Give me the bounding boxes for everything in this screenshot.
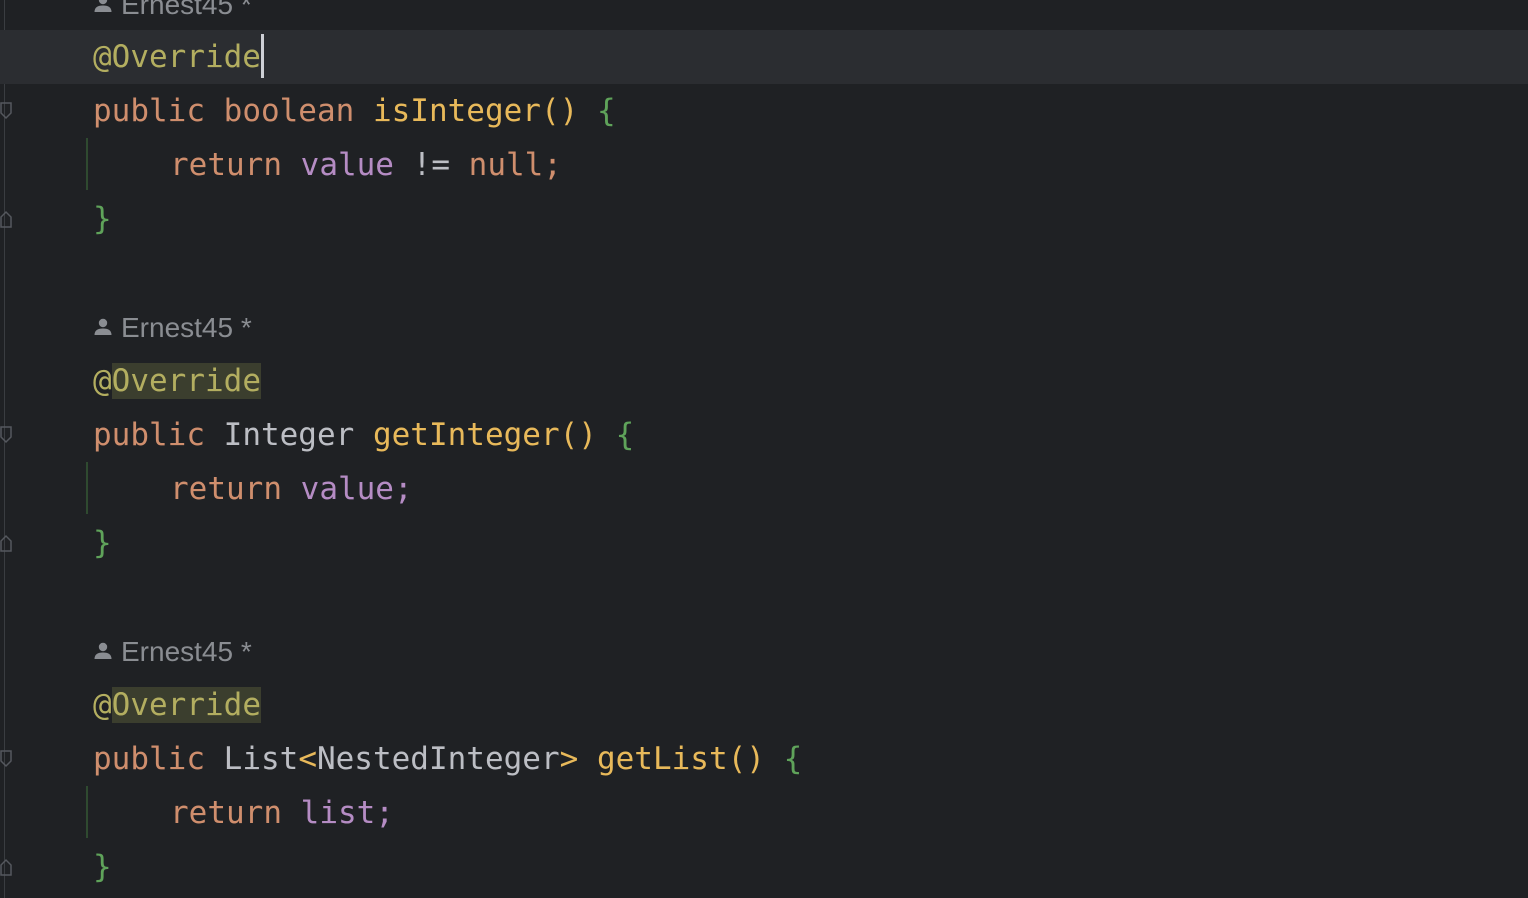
code-line[interactable]: }	[0, 840, 1528, 894]
keyword: return	[170, 471, 282, 507]
code-line[interactable]: return value != null;	[0, 138, 1528, 192]
generic-close: >	[559, 741, 579, 777]
code-content: return value;	[170, 462, 413, 516]
keyword: public	[93, 93, 205, 129]
code-content: return value != null;	[170, 138, 562, 192]
code-content: public List<NestedInteger> getList() {	[93, 732, 802, 786]
method-name: isInteger	[372, 93, 541, 129]
code-line[interactable]: public boolean isInteger() {	[0, 84, 1528, 138]
parens: ()	[540, 93, 579, 129]
close-brace: }	[93, 849, 112, 885]
person-icon	[94, 318, 112, 335]
person-icon	[94, 642, 112, 659]
open-brace: {	[615, 417, 635, 453]
code-content: }	[93, 840, 112, 894]
parens: ()	[559, 417, 597, 453]
generic-type: NestedInteger	[316, 741, 560, 777]
code-line[interactable]: }	[0, 516, 1528, 570]
close-brace: }	[93, 201, 112, 237]
code-content: @Override	[93, 354, 261, 408]
code-line[interactable]: @Override	[0, 678, 1528, 732]
code-line[interactable]: public Integer getInteger() {	[0, 408, 1528, 462]
return-type: Integer	[223, 417, 355, 453]
keyword: return	[170, 795, 282, 831]
open-brace: {	[783, 741, 803, 777]
keyword: return	[170, 147, 282, 183]
generic-open: <	[298, 741, 317, 777]
code-line-current[interactable]: @Override	[0, 30, 1528, 84]
author-label: Ernest45 *	[121, 636, 252, 667]
author-label: Ernest45 *	[121, 312, 252, 343]
open-brace: {	[596, 93, 616, 129]
annotation: @Override	[93, 363, 261, 399]
author-label: Ernest45 *	[121, 0, 252, 20]
person-icon	[94, 0, 112, 12]
code-author-hint[interactable]: Ernest45 *	[93, 301, 252, 355]
return-type: List	[223, 741, 299, 777]
field-ref: value;	[300, 471, 413, 507]
parens: ()	[727, 741, 765, 777]
code-author-hint[interactable]: Ernest45 *	[93, 0, 252, 32]
close-brace: }	[93, 525, 112, 561]
text-caret	[260, 33, 264, 78]
method-name: getList	[596, 741, 728, 777]
code-content: }	[93, 516, 112, 570]
code-line[interactable]: @Override	[0, 354, 1528, 408]
return-type: boolean	[223, 93, 355, 129]
code-content: return list;	[170, 786, 394, 840]
code-line[interactable]: return list;	[0, 786, 1528, 840]
annotation: @Override	[93, 39, 261, 75]
keyword: public	[93, 741, 205, 777]
operator: !=	[412, 147, 450, 183]
literal: null;	[468, 147, 562, 183]
code-content: }	[93, 192, 112, 246]
code-line[interactable]: return value;	[0, 462, 1528, 516]
annotation: @Override	[93, 687, 261, 723]
code-content: public Integer getInteger() {	[93, 408, 634, 462]
method-name: getInteger	[372, 417, 560, 453]
code-line[interactable]: }	[0, 192, 1528, 246]
code-content: @Override	[93, 30, 264, 84]
field-ref: list;	[300, 795, 394, 831]
code-content: @Override	[93, 678, 261, 732]
code-line[interactable]: public List<NestedInteger> getList() {	[0, 732, 1528, 786]
code-content: public boolean isInteger() {	[93, 84, 616, 138]
field-ref: value	[300, 147, 394, 183]
keyword: public	[93, 417, 205, 453]
code-editor[interactable]: Ernest45 * @Override public boolean isIn…	[0, 0, 1528, 898]
code-author-hint[interactable]: Ernest45 *	[93, 625, 252, 679]
